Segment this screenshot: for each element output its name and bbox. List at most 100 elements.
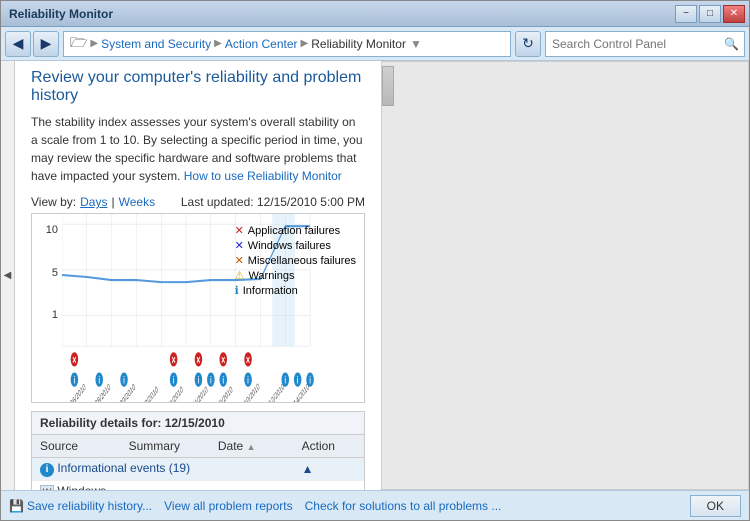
address-bar: ◀ ▶ 🗁 ▶ System and Security ▶ Action Cen… — [1, 27, 749, 61]
search-container: 🔍 — [545, 31, 745, 57]
scrollbar-thumb[interactable] — [382, 66, 394, 106]
scrollbar-track[interactable] — [381, 61, 749, 490]
legend-misc-icon: ✕ — [235, 254, 244, 267]
row-action[interactable]: View technical d... — [294, 480, 364, 490]
breadcrumb-current: Reliability Monitor — [311, 37, 406, 51]
page-title: Review your computer's reliability and p… — [31, 69, 365, 105]
svg-text:i: i — [210, 375, 212, 386]
svg-text:✕: ✕ — [72, 355, 77, 366]
back-button[interactable]: ◀ — [5, 31, 31, 57]
forward-button[interactable]: ▶ — [33, 31, 59, 57]
view-reports-link[interactable]: View all problem reports — [164, 499, 293, 513]
svg-text:i: i — [222, 375, 224, 386]
row-source: W Windows Malicious Software Rem... — [32, 480, 121, 490]
legend-app-failures: ✕ Application failures — [235, 224, 356, 237]
sort-arrow: ▲ — [247, 442, 256, 452]
details-table: Source Summary Date ▲ Act — [32, 435, 364, 490]
breadcrumb-sep-3: ▶ — [301, 38, 309, 49]
svg-text:✕: ✕ — [246, 355, 251, 366]
legend-info-label: Information — [243, 285, 298, 297]
chart-y-axis: 10 5 1 — [32, 214, 62, 402]
save-icon: 💾 — [9, 499, 24, 513]
last-updated: Last updated: 12/15/2010 5:00 PM — [181, 195, 365, 209]
svg-text:✕: ✕ — [196, 355, 201, 366]
svg-text:i: i — [198, 375, 200, 386]
svg-text:i: i — [173, 375, 175, 386]
legend-app-label: Application failures — [248, 225, 340, 237]
view-by-label: View by: — [31, 195, 76, 209]
content-area: Review your computer's reliability and p… — [15, 61, 381, 490]
chart-container[interactable]: 10 5 1 — [31, 213, 365, 403]
breadcrumb-action-center[interactable]: Action Center — [225, 37, 298, 51]
y-min: 1 — [36, 309, 58, 321]
col-action[interactable]: Action — [294, 435, 364, 458]
svg-text:12/12/2010: 12/12/2010 — [262, 381, 285, 402]
svg-text:✕: ✕ — [171, 355, 176, 366]
bottom-links: 💾 Save reliability history... View all p… — [9, 499, 501, 513]
chart-legend: ✕ Application failures ✕ Windows failure… — [235, 224, 356, 299]
svg-text:✕: ✕ — [221, 355, 226, 366]
bottom-bar: 💾 Save reliability history... View all p… — [1, 490, 749, 520]
group-label: i Informational events (19) — [32, 458, 294, 481]
svg-text:i: i — [98, 375, 100, 386]
svg-text:i: i — [309, 375, 311, 386]
ok-button[interactable]: OK — [690, 495, 741, 517]
col-summary[interactable]: Summary — [121, 435, 210, 458]
legend-information: ℹ Information — [235, 284, 356, 297]
row-date: 12/15/2010 12:39 AM — [210, 480, 294, 490]
close-button[interactable]: ✕ — [723, 5, 745, 23]
col-date[interactable]: Date ▲ — [210, 435, 294, 458]
search-input[interactable] — [545, 31, 745, 57]
table-row[interactable]: W Windows Malicious Software Rem... Succ… — [32, 480, 364, 490]
nav-arrows: ◀ ▶ — [5, 31, 59, 57]
col-source[interactable]: Source — [32, 435, 121, 458]
description: The stability index assesses your system… — [31, 113, 365, 185]
weeks-view-link[interactable]: Weeks — [119, 195, 155, 209]
minimize-button[interactable]: − — [675, 5, 697, 23]
breadcrumb-sep-2: ▶ — [214, 38, 222, 49]
y-max: 10 — [36, 224, 58, 236]
content-inner: Review your computer's reliability and p… — [15, 61, 381, 490]
chart-main: ✕ ✕ ✕ ✕ ✕ i — [62, 214, 364, 402]
view-by-bar: View by: Days | Weeks Last updated: 12/1… — [31, 195, 365, 209]
y-mid: 5 — [36, 267, 58, 279]
how-to-link[interactable]: How to use Reliability Monitor — [184, 169, 342, 183]
check-solutions-link[interactable]: Check for solutions to all problems ... — [305, 499, 502, 513]
row-summary: Successful Windows Update — [121, 480, 210, 490]
refresh-button[interactable]: ↻ — [515, 31, 541, 57]
scroll-left-button[interactable]: ◀ — [1, 61, 15, 490]
breadcrumb-sep-1: ▶ — [90, 38, 98, 49]
view-by-left: View by: Days | Weeks — [31, 195, 155, 209]
svg-text:i: i — [285, 375, 287, 386]
details-title: Reliability details for: 12/15/2010 — [32, 412, 364, 435]
table-header-row: Source Summary Date ▲ Act — [32, 435, 364, 458]
breadcrumb-dropdown-arrow[interactable]: ▼ — [410, 37, 422, 51]
group-collapse[interactable]: ▲ — [294, 458, 364, 481]
group-title: Informational events (19) — [57, 461, 190, 475]
group-row-informational[interactable]: i Informational events (19) ▲ — [32, 458, 364, 481]
window-title: Reliability Monitor — [5, 7, 113, 21]
breadcrumb: 🗁 ▶ System and Security ▶ Action Center … — [63, 31, 511, 57]
legend-info-icon: ℹ — [235, 284, 239, 297]
days-view-link[interactable]: Days — [80, 195, 107, 209]
legend-warn-label: Warnings — [248, 270, 294, 282]
legend-win-failures: ✕ Windows failures — [235, 239, 356, 252]
svg-text:i: i — [74, 375, 76, 386]
legend-misc-failures: ✕ Miscellaneous failures — [235, 254, 356, 267]
window-controls: − □ ✕ — [675, 5, 745, 23]
breadcrumb-system-security[interactable]: System and Security — [101, 37, 211, 51]
legend-win-icon: ✕ — [235, 239, 244, 252]
title-bar: Reliability Monitor − □ ✕ — [1, 1, 749, 27]
view-sep: | — [111, 195, 114, 209]
legend-win-label: Windows failures — [248, 240, 331, 252]
maximize-button[interactable]: □ — [699, 5, 721, 23]
save-history-link[interactable]: 💾 Save reliability history... — [9, 499, 152, 513]
main-window: Reliability Monitor − □ ✕ ◀ ▶ 🗁 ▶ System… — [0, 0, 750, 521]
legend-warn-icon: ⚠ — [235, 269, 245, 282]
details-section: Reliability details for: 12/15/2010 Sour… — [31, 411, 365, 490]
svg-text:i: i — [123, 375, 125, 386]
main-content: ◀ Review your computer's reliability and… — [1, 61, 749, 490]
legend-misc-label: Miscellaneous failures — [248, 255, 356, 267]
legend-warnings: ⚠ Warnings — [235, 269, 356, 282]
info-icon: i — [40, 463, 54, 477]
